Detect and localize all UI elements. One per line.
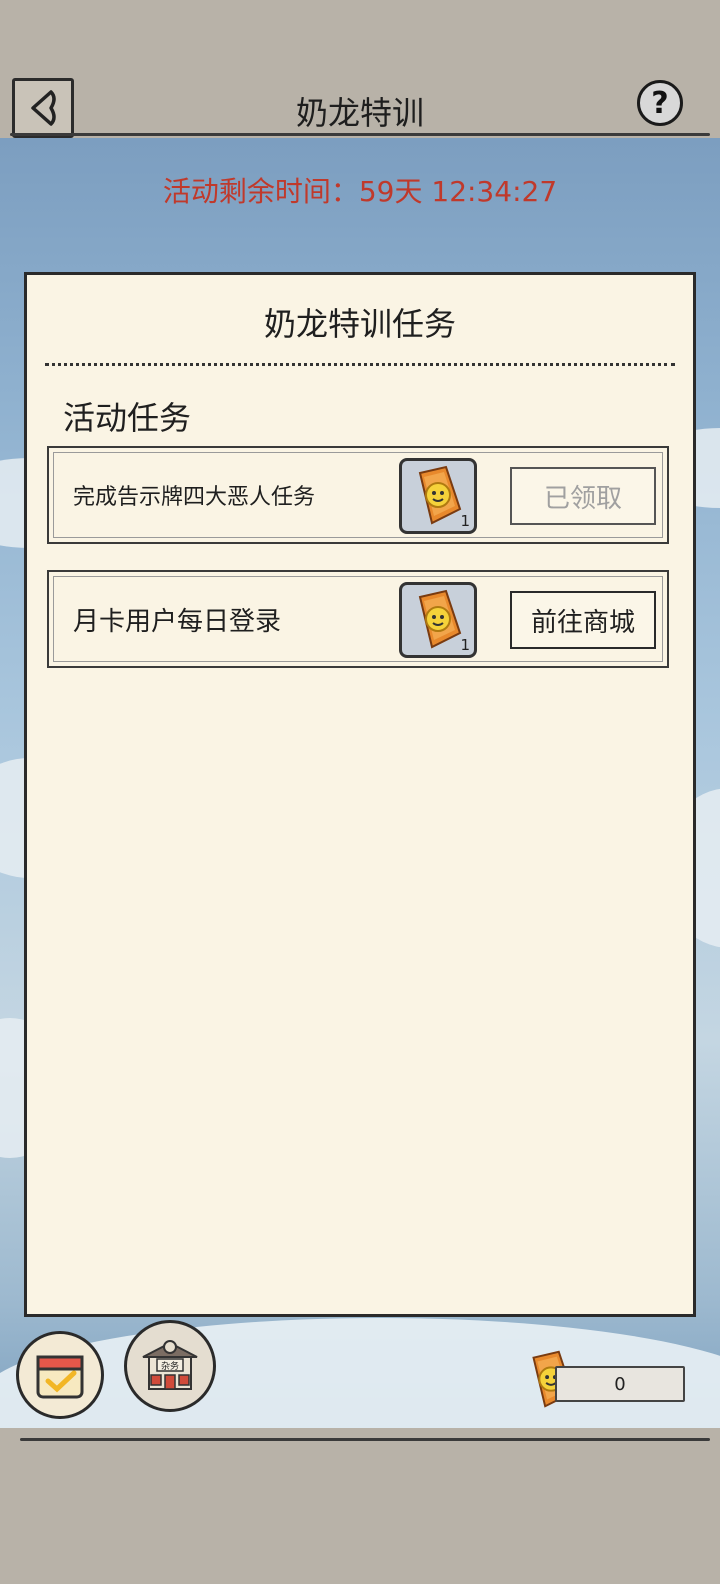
dotted-divider	[45, 363, 675, 366]
shop-button[interactable]: 杂务	[124, 1320, 216, 1412]
shop-building-icon: 杂务	[142, 1340, 198, 1390]
question-icon: ?	[651, 85, 669, 121]
header-divider	[10, 133, 710, 136]
reward-item[interactable]: 1	[399, 582, 477, 658]
task-item: 完成告示牌四大恶人任务 1 已领取	[47, 446, 669, 544]
shop-sign-text: 杂务	[161, 1360, 179, 1372]
currency-counter: 0	[555, 1366, 685, 1402]
daily-checkin-button[interactable]	[16, 1331, 104, 1419]
activity-timer: 活动剩余时间：59天 12:34:27	[162, 175, 558, 208]
reward-count: 1	[460, 636, 470, 654]
task-item: 月卡用户每日登录 1 前往商城	[47, 570, 669, 668]
reward-count: 1	[460, 512, 470, 530]
section-title: 活动任务	[63, 399, 192, 437]
task-label: 完成告示牌四大恶人任务	[73, 485, 316, 510]
footer-divider	[20, 1438, 710, 1441]
panel-title: 奶龙特训任务	[263, 305, 456, 343]
go-to-shop-button[interactable]: 前往商城	[510, 591, 656, 649]
task-panel: 奶龙特训任务 活动任务 完成告示牌四大恶人任务 1 已领取 月卡用户每日登录 1…	[24, 272, 696, 1317]
task-label: 月卡用户每日登录	[73, 606, 282, 637]
page-title: 奶龙特训	[295, 94, 424, 132]
footer-bar	[0, 1428, 720, 1584]
header-bar: 奶龙特训 ?	[0, 0, 720, 140]
calendar-check-icon	[36, 1355, 84, 1399]
help-button[interactable]: ?	[637, 80, 683, 126]
reward-item[interactable]: 1	[399, 458, 477, 534]
claimed-button[interactable]: 已领取	[510, 467, 656, 525]
